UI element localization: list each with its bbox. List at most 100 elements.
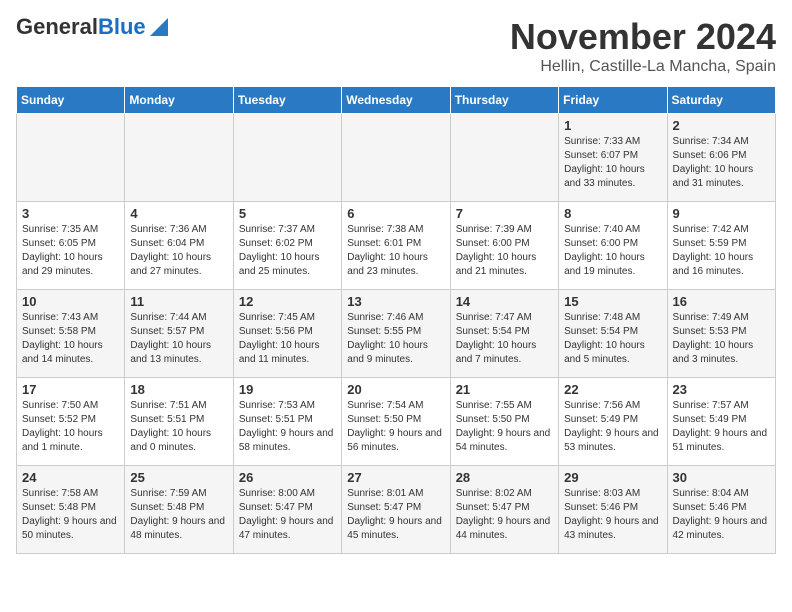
table-row: 3 Sunrise: 7:35 AM Sunset: 6:05 PM Daylig… bbox=[17, 202, 125, 290]
table-row: 23 Sunrise: 7:57 AM Sunset: 5:49 PM Dayli… bbox=[667, 378, 775, 466]
calendar-week-row: 1 Sunrise: 7:33 AM Sunset: 6:07 PM Daylig… bbox=[17, 114, 776, 202]
day-info: Sunrise: 7:49 AM Sunset: 5:53 PM Dayligh… bbox=[673, 311, 770, 367]
table-row: 9Sunrise: 7:42 AM Sunset: 5:59 PM Daylig… bbox=[667, 202, 775, 290]
day-number: 3 bbox=[22, 206, 119, 221]
day-number: 13 bbox=[347, 294, 444, 309]
day-number: 1 bbox=[564, 118, 661, 133]
table-row: 24 Sunrise: 7:58 AM Sunset: 5:48 PM Dayli… bbox=[17, 466, 125, 554]
table-row: 4Sunrise: 7:36 AM Sunset: 6:04 PM Daylig… bbox=[125, 202, 233, 290]
table-row: 17Sunrise: 7:50 AM Sunset: 5:52 PM Dayli… bbox=[17, 378, 125, 466]
logo-arrow-icon bbox=[148, 18, 168, 36]
col-monday: Monday bbox=[125, 87, 233, 114]
table-row: 16 Sunrise: 7:49 AM Sunset: 5:53 PM Dayli… bbox=[667, 290, 775, 378]
table-row: 28 Sunrise: 8:02 AM Sunset: 5:47 PM Dayli… bbox=[450, 466, 558, 554]
day-number: 2 bbox=[673, 118, 770, 133]
table-row: 20Sunrise: 7:54 AM Sunset: 5:50 PM Dayli… bbox=[342, 378, 450, 466]
day-number: 24 bbox=[22, 470, 119, 485]
calendar-week-row: 24 Sunrise: 7:58 AM Sunset: 5:48 PM Dayli… bbox=[17, 466, 776, 554]
col-friday: Friday bbox=[559, 87, 667, 114]
day-number: 28 bbox=[456, 470, 553, 485]
table-row: 29 Sunrise: 8:03 AM Sunset: 5:46 PM Dayli… bbox=[559, 466, 667, 554]
day-number: 29 bbox=[564, 470, 661, 485]
day-number: 21 bbox=[456, 382, 553, 397]
day-info: Sunrise: 8:00 AM Sunset: 5:47 PM Dayligh… bbox=[239, 487, 336, 543]
day-info: Sunrise: 7:44 AM Sunset: 5:57 PM Dayligh… bbox=[130, 311, 227, 367]
day-info: Sunrise: 7:39 AM Sunset: 6:00 PM Dayligh… bbox=[456, 223, 553, 279]
calendar-header-row: Sunday Monday Tuesday Wednesday Thursday… bbox=[17, 87, 776, 114]
day-info: Sunrise: 7:37 AM Sunset: 6:02 PM Dayligh… bbox=[239, 223, 336, 279]
table-row: 27 Sunrise: 8:01 AM Sunset: 5:47 PM Dayli… bbox=[342, 466, 450, 554]
day-info: Sunrise: 8:03 AM Sunset: 5:46 PM Dayligh… bbox=[564, 487, 661, 543]
day-info: Sunrise: 7:48 AM Sunset: 5:54 PM Dayligh… bbox=[564, 311, 661, 367]
table-row bbox=[450, 114, 558, 202]
table-row: 5Sunrise: 7:37 AM Sunset: 6:02 PM Daylig… bbox=[233, 202, 341, 290]
table-row: 6 Sunrise: 7:38 AM Sunset: 6:01 PM Daylig… bbox=[342, 202, 450, 290]
day-number: 27 bbox=[347, 470, 444, 485]
logo-text: GeneralBlue bbox=[16, 16, 146, 38]
day-info: Sunrise: 7:56 AM Sunset: 5:49 PM Dayligh… bbox=[564, 399, 661, 455]
day-info: Sunrise: 7:53 AM Sunset: 5:51 PM Dayligh… bbox=[239, 399, 336, 455]
table-row: 22 Sunrise: 7:56 AM Sunset: 5:49 PM Dayli… bbox=[559, 378, 667, 466]
table-row: 2 Sunrise: 7:34 AM Sunset: 6:06 PM Daylig… bbox=[667, 114, 775, 202]
table-row: 25 Sunrise: 7:59 AM Sunset: 5:48 PM Dayli… bbox=[125, 466, 233, 554]
day-info: Sunrise: 7:43 AM Sunset: 5:58 PM Dayligh… bbox=[22, 311, 119, 367]
table-row: 30 Sunrise: 8:04 AM Sunset: 5:46 PM Dayli… bbox=[667, 466, 775, 554]
day-info: Sunrise: 7:36 AM Sunset: 6:04 PM Dayligh… bbox=[130, 223, 227, 279]
calendar-week-row: 10 Sunrise: 7:43 AM Sunset: 5:58 PM Dayli… bbox=[17, 290, 776, 378]
day-number: 11 bbox=[130, 294, 227, 309]
table-row: 1 Sunrise: 7:33 AM Sunset: 6:07 PM Daylig… bbox=[559, 114, 667, 202]
day-info: Sunrise: 7:35 AM Sunset: 6:05 PM Dayligh… bbox=[22, 223, 119, 279]
title-block: November 2024 Hellin, Castille-La Mancha… bbox=[510, 16, 776, 76]
day-info: Sunrise: 7:59 AM Sunset: 5:48 PM Dayligh… bbox=[130, 487, 227, 543]
day-info: Sunrise: 7:58 AM Sunset: 5:48 PM Dayligh… bbox=[22, 487, 119, 543]
table-row: 18 Sunrise: 7:51 AM Sunset: 5:51 PM Dayli… bbox=[125, 378, 233, 466]
day-number: 6 bbox=[347, 206, 444, 221]
table-row: 15Sunrise: 7:48 AM Sunset: 5:54 PM Dayli… bbox=[559, 290, 667, 378]
page-title: November 2024 bbox=[510, 16, 776, 58]
day-info: Sunrise: 7:47 AM Sunset: 5:54 PM Dayligh… bbox=[456, 311, 553, 367]
day-info: Sunrise: 7:38 AM Sunset: 6:01 PM Dayligh… bbox=[347, 223, 444, 279]
day-info: Sunrise: 7:57 AM Sunset: 5:49 PM Dayligh… bbox=[673, 399, 770, 455]
day-number: 14 bbox=[456, 294, 553, 309]
day-number: 25 bbox=[130, 470, 227, 485]
day-number: 8 bbox=[564, 206, 661, 221]
day-number: 17 bbox=[22, 382, 119, 397]
day-number: 22 bbox=[564, 382, 661, 397]
col-thursday: Thursday bbox=[450, 87, 558, 114]
day-number: 12 bbox=[239, 294, 336, 309]
day-info: Sunrise: 7:51 AM Sunset: 5:51 PM Dayligh… bbox=[130, 399, 227, 455]
day-number: 10 bbox=[22, 294, 119, 309]
day-info: Sunrise: 8:02 AM Sunset: 5:47 PM Dayligh… bbox=[456, 487, 553, 543]
col-sunday: Sunday bbox=[17, 87, 125, 114]
day-number: 30 bbox=[673, 470, 770, 485]
day-number: 9 bbox=[673, 206, 770, 221]
day-info: Sunrise: 8:01 AM Sunset: 5:47 PM Dayligh… bbox=[347, 487, 444, 543]
day-info: Sunrise: 8:04 AM Sunset: 5:46 PM Dayligh… bbox=[673, 487, 770, 543]
page-header: GeneralBlue November 2024 Hellin, Castil… bbox=[16, 16, 776, 76]
day-number: 26 bbox=[239, 470, 336, 485]
day-info: Sunrise: 7:33 AM Sunset: 6:07 PM Dayligh… bbox=[564, 135, 661, 191]
page-subtitle: Hellin, Castille-La Mancha, Spain bbox=[510, 58, 776, 76]
table-row bbox=[342, 114, 450, 202]
day-number: 23 bbox=[673, 382, 770, 397]
table-row: 7 Sunrise: 7:39 AM Sunset: 6:00 PM Daylig… bbox=[450, 202, 558, 290]
table-row: 26 Sunrise: 8:00 AM Sunset: 5:47 PM Dayli… bbox=[233, 466, 341, 554]
day-number: 16 bbox=[673, 294, 770, 309]
calendar-table: Sunday Monday Tuesday Wednesday Thursday… bbox=[16, 86, 776, 554]
day-info: Sunrise: 7:34 AM Sunset: 6:06 PM Dayligh… bbox=[673, 135, 770, 191]
day-number: 18 bbox=[130, 382, 227, 397]
logo: GeneralBlue bbox=[16, 16, 168, 38]
day-info: Sunrise: 7:55 AM Sunset: 5:50 PM Dayligh… bbox=[456, 399, 553, 455]
day-number: 7 bbox=[456, 206, 553, 221]
table-row: 14 Sunrise: 7:47 AM Sunset: 5:54 PM Dayli… bbox=[450, 290, 558, 378]
day-number: 19 bbox=[239, 382, 336, 397]
table-row: 13 Sunrise: 7:46 AM Sunset: 5:55 PM Dayli… bbox=[342, 290, 450, 378]
calendar-week-row: 3 Sunrise: 7:35 AM Sunset: 6:05 PM Daylig… bbox=[17, 202, 776, 290]
table-row bbox=[17, 114, 125, 202]
day-info: Sunrise: 7:54 AM Sunset: 5:50 PM Dayligh… bbox=[347, 399, 444, 455]
table-row: 12Sunrise: 7:45 AM Sunset: 5:56 PM Dayli… bbox=[233, 290, 341, 378]
table-row: 19 Sunrise: 7:53 AM Sunset: 5:51 PM Dayli… bbox=[233, 378, 341, 466]
day-info: Sunrise: 7:40 AM Sunset: 6:00 PM Dayligh… bbox=[564, 223, 661, 279]
day-info: Sunrise: 7:46 AM Sunset: 5:55 PM Dayligh… bbox=[347, 311, 444, 367]
table-row bbox=[125, 114, 233, 202]
